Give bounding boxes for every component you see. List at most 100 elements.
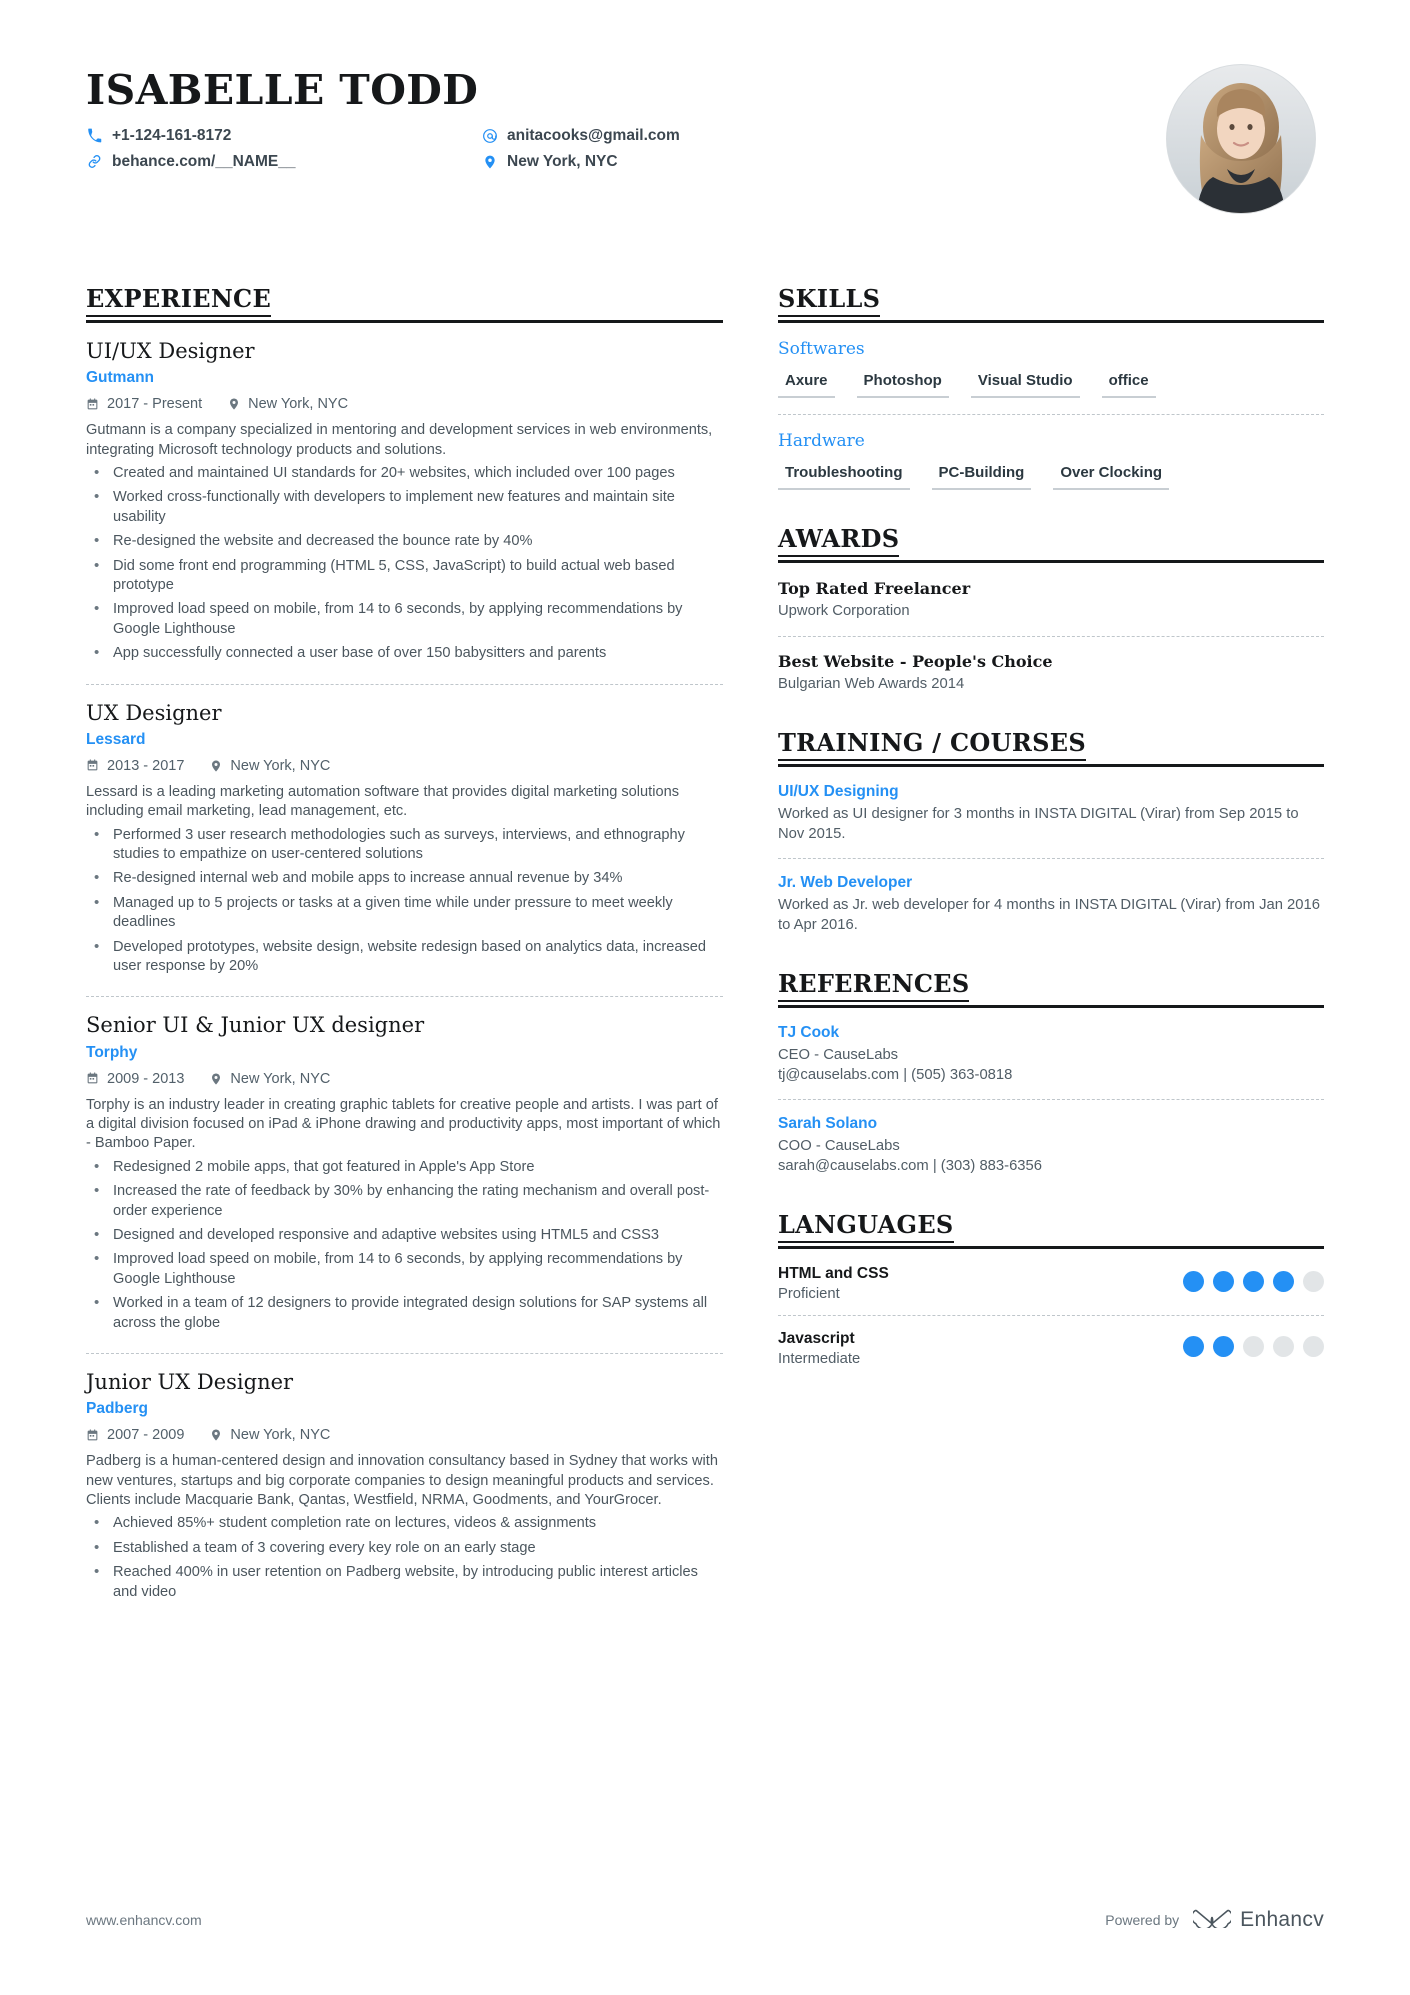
list-item: Re-designed internal web and mobile apps… [86, 868, 723, 888]
page-title: ISABELLE TODD [86, 66, 479, 114]
footer-url[interactable]: www.enhancv.com [86, 1912, 202, 1928]
list-item: Achieved 85%+ student completion rate on… [86, 1513, 723, 1533]
job-location-text: New York, NYC [230, 757, 331, 774]
skill-tag: office [1101, 372, 1156, 398]
job-description: Lessard is a leading marketing automatio… [86, 783, 679, 820]
company-name: Padberg [86, 1400, 149, 1418]
training-item: UI/UX Designing Worked as UI designer fo… [778, 783, 1324, 844]
language-rating [1183, 1330, 1324, 1358]
divider [778, 320, 1324, 323]
job-dates: 2017 - Present [86, 396, 202, 412]
contact-phone[interactable]: +1-124-161-8172 [86, 127, 481, 144]
job-meta: 2009 - 2013 New York, NYC [86, 1071, 723, 1087]
award-name: Best Website - People's Choice [778, 651, 1053, 671]
footer-branding: Powered by Enhancv [1105, 1906, 1324, 1933]
phone-icon [86, 127, 103, 144]
skill-tag: Visual Studio [970, 372, 1080, 398]
job-location: New York, NYC [210, 1071, 330, 1087]
reference-contact: sarah@causelabs.com | (303) 883-6356 [778, 1157, 1042, 1174]
job-title: Junior UX Designer [86, 1370, 294, 1395]
experience-entry: Senior UI & Junior UX designer Torphy 20… [86, 996, 723, 1353]
divider [778, 764, 1324, 768]
job-dates: 2009 - 2013 [86, 1071, 184, 1087]
reference-item: TJ Cook CEO - CauseLabs tj@causelabs.com… [778, 1024, 1324, 1085]
section-references: REFERENCES TJ Cook CEO - CauseLabs tj@ca… [778, 969, 1324, 1176]
list-item: App successfully connected a user base o… [86, 643, 723, 663]
enhancv-logo[interactable]: Enhancv [1191, 1906, 1324, 1933]
contact-location-text: New York, NYC [507, 153, 618, 171]
contact-column-2: anitacooks@gmail.com New York, NYC [481, 127, 680, 170]
link-icon [86, 153, 103, 170]
resume-body: EXPERIENCE UI/UX Designer Gutmann 2017 -… [86, 284, 1324, 1656]
reference-role: COO - CauseLabs [778, 1138, 900, 1155]
rating-dot [1183, 1271, 1204, 1293]
list-item: Worked cross-functionally with developer… [86, 487, 723, 527]
rating-dot [1213, 1336, 1234, 1358]
contact-link[interactable]: behance.com/__NAME__ [86, 153, 481, 170]
job-bullets: Created and maintained UI standards for … [86, 463, 723, 664]
avatar-photo [1167, 65, 1315, 213]
language-item: HTML and CSS Proficient [778, 1265, 1324, 1315]
section-languages: LANGUAGES HTML and CSS Proficient Javasc… [778, 1210, 1324, 1380]
resume-header: ISABELLE TODD +1-124-161-8172 behance.co… [86, 62, 1324, 214]
language-level: Intermediate [778, 1351, 861, 1368]
calendar-icon [86, 1072, 99, 1085]
training-detail: Worked as Jr. web developer for 4 months… [778, 897, 1320, 933]
job-dates: 2007 - 2009 [86, 1427, 184, 1443]
section-training: TRAINING / COURSES UI/UX Designing Worke… [778, 728, 1324, 935]
award-issuer: Upwork Corporation [778, 603, 910, 619]
divider [778, 1005, 1324, 1009]
language-info: Javascript Intermediate [778, 1330, 860, 1367]
skill-tag: Axure [778, 372, 835, 398]
section-title-experience: EXPERIENCE [86, 284, 272, 317]
award-item: Best Website - People's Choice Bulgarian… [778, 635, 1324, 695]
skills-group-label-softwares: Softwares [778, 339, 865, 359]
experience-entry: UX Designer Lessard 2013 - 2017 New York… [86, 683, 723, 997]
list-item: Managed up to 5 projects or tasks at a g… [86, 893, 723, 933]
job-dates-text: 2009 - 2013 [107, 1070, 185, 1087]
skills-group-label-hardware: Hardware [778, 431, 865, 451]
language-item: Javascript Intermediate [778, 1315, 1324, 1380]
list-item: Developed prototypes, website design, we… [86, 937, 723, 977]
header-left: ISABELLE TODD +1-124-161-8172 behance.co… [86, 62, 1166, 171]
email-icon [481, 127, 498, 144]
job-location-text: New York, NYC [230, 1070, 331, 1087]
award-item: Top Rated Freelancer Upwork Corporation [778, 579, 1324, 622]
training-name: UI/UX Designing [778, 783, 899, 801]
language-level: Proficient [778, 1286, 840, 1303]
rating-dot [1273, 1271, 1294, 1293]
location-icon [210, 759, 222, 773]
skills-tags-hardware: Troubleshooting PC-Building Over Clockin… [778, 464, 1324, 490]
reference-name: Sarah Solano [778, 1115, 878, 1133]
job-title: UI/UX Designer [86, 339, 255, 363]
list-item: Created and maintained UI standards for … [86, 463, 723, 483]
section-skills: SKILLS Softwares Axure Photoshop Visual … [778, 284, 1324, 490]
list-item: Improved load speed on mobile, from 14 t… [86, 1249, 723, 1289]
section-awards: AWARDS Top Rated Freelancer Upwork Corpo… [778, 524, 1324, 694]
reference-contact: tj@causelabs.com | (505) 363-0818 [778, 1066, 1013, 1083]
avatar [1166, 64, 1316, 214]
list-item: Did some front end programming (HTML 5, … [86, 556, 723, 596]
rating-dot [1273, 1336, 1294, 1358]
list-item: Redesigned 2 mobile apps, that got featu… [86, 1157, 723, 1177]
job-title: UX Designer [86, 700, 222, 725]
rating-dot [1243, 1336, 1264, 1358]
job-dates-text: 2013 - 2017 [107, 757, 185, 774]
location-icon [228, 397, 240, 411]
job-meta: 2007 - 2009 New York, NYC [86, 1427, 723, 1443]
list-item: Re-designed the website and decreased th… [86, 531, 723, 551]
job-meta: 2017 - Present New York, NYC [86, 396, 723, 412]
location-icon [210, 1428, 222, 1442]
job-dates: 2013 - 2017 [86, 758, 184, 774]
list-item: Designed and developed responsive and ad… [86, 1225, 723, 1245]
contact-email[interactable]: anitacooks@gmail.com [481, 127, 680, 144]
reference-item: Sarah Solano COO - CauseLabs sarah@cause… [778, 1099, 1324, 1176]
calendar-icon [86, 1429, 99, 1442]
skills-tags-softwares: Axure Photoshop Visual Studio office [778, 372, 1324, 398]
list-item: Performed 3 user research methodologies … [86, 825, 723, 865]
language-name: Javascript [778, 1330, 855, 1348]
section-title-references: REFERENCES [778, 969, 970, 1003]
right-column: SKILLS Softwares Axure Photoshop Visual … [778, 284, 1324, 1656]
contact-location: New York, NYC [481, 153, 680, 170]
job-description: Torphy is an industry leader in creating… [86, 1096, 721, 1152]
